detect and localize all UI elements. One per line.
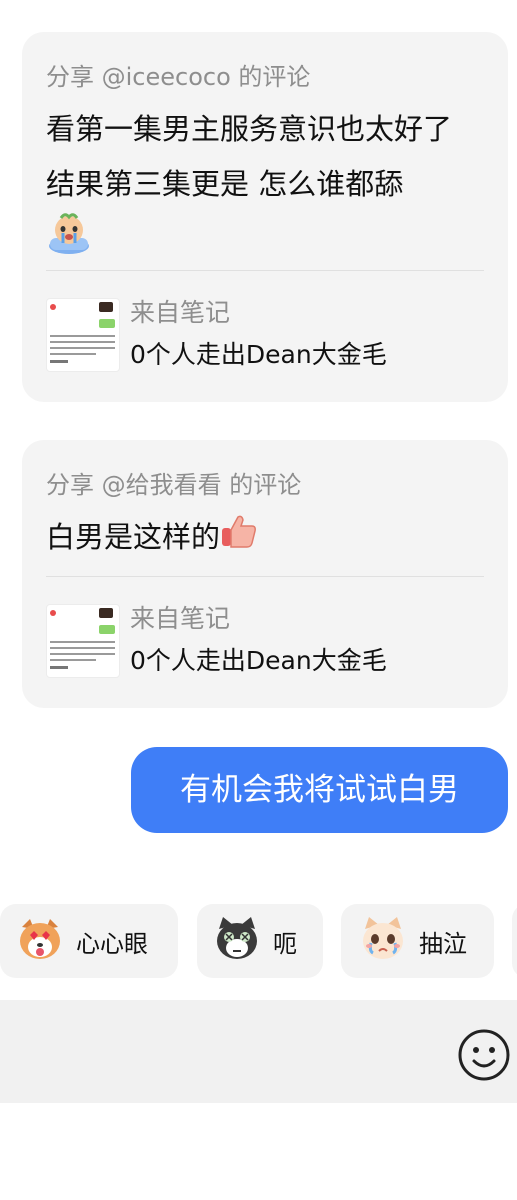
divider (46, 270, 484, 271)
sticker-label: 呃 (273, 929, 297, 958)
comment-body: 白男是这样的 (46, 510, 484, 576)
divider (46, 576, 484, 577)
comment-text: 白男是这样的 (46, 520, 221, 554)
sticker-sobbing[interactable]: 抽泣 (341, 904, 494, 978)
smiley-face-icon[interactable] (456, 1027, 512, 1083)
sticker-heart-eyes[interactable]: 心心眼 (0, 904, 178, 978)
note-thumbnail (46, 604, 120, 678)
chat-screen: 分享 @iceecoco 的评论 看第一集男主服务意识也太好了 结果第三集更是 … (0, 0, 517, 1200)
comment-suffix: 的评论 (221, 471, 302, 499)
sticker-label: 抽泣 (419, 929, 467, 958)
awkward-cat-icon (213, 915, 261, 967)
note-source[interactable]: 来自笔记 0个人走出Dean大金毛 (46, 601, 484, 681)
note-thumbnail (46, 298, 120, 372)
card-header: 分享 @给我看看 的评论 (46, 468, 484, 502)
shared-comment-card[interactable]: 分享 @给我看看 的评论 白男是这样的 来自笔记 0个人走出Dean大金毛 (22, 440, 508, 708)
sticker-partial[interactable] (512, 904, 517, 978)
share-prefix: 分享 (46, 63, 102, 91)
sticker-label: 心心眼 (76, 929, 148, 958)
heart-eyes-dog-icon (16, 915, 64, 967)
thumbs-up-icon (220, 512, 258, 567)
comment-author: @iceecoco (101, 63, 231, 91)
sent-message-bubble[interactable]: 有机会我将试试白男 (131, 747, 508, 833)
comment-body: 看第一集男主服务意识也太好了 结果第三集更是 怎么谁都舔 (46, 102, 484, 270)
sticker-suggestions: 心心眼 呃 抽泣 (0, 904, 517, 978)
comment-author: @给我看看 (101, 471, 222, 499)
note-title: 0个人走出Dean大金毛 (130, 646, 387, 675)
note-source[interactable]: 来自笔记 0个人走出Dean大金毛 (46, 295, 484, 375)
share-prefix: 分享 (46, 471, 102, 499)
shared-comment-card[interactable]: 分享 @iceecoco 的评论 看第一集男主服务意识也太好了 结果第三集更是 … (22, 32, 508, 402)
comment-suffix: 的评论 (230, 63, 311, 91)
card-header: 分享 @iceecoco 的评论 (46, 60, 484, 94)
input-bar[interactable] (0, 1000, 517, 1103)
sticker-awkward[interactable]: 呃 (197, 904, 323, 978)
note-source-label: 来自笔记 (130, 604, 231, 633)
crying-emoji-icon (46, 212, 92, 274)
note-source-label: 来自笔记 (130, 298, 231, 327)
comment-text: 看第一集男主服务意识也太好了 结果第三集更是 怎么谁都舔 (46, 112, 453, 201)
note-title: 0个人走出Dean大金毛 (130, 340, 387, 369)
sobbing-cat-icon (359, 915, 407, 967)
